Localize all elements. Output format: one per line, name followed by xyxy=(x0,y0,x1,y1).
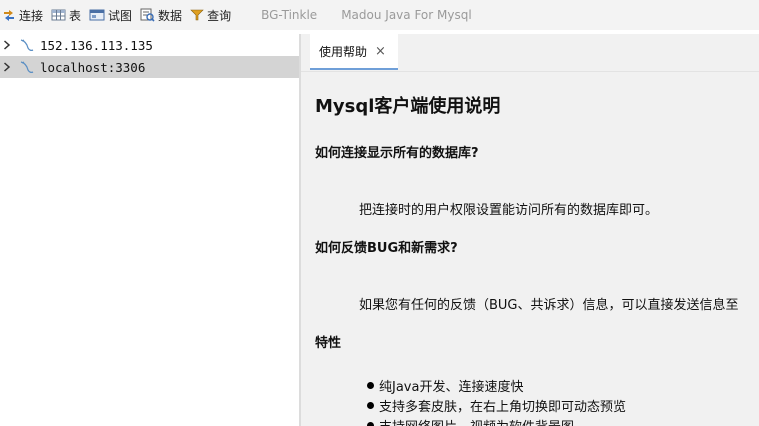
list-item: 支持网络图片、视频为软件背景图 xyxy=(367,416,574,426)
bullet-icon xyxy=(367,402,374,409)
section-heading: 如何连接显示所有的数据库? xyxy=(315,146,479,161)
mysql-dolphin-icon xyxy=(19,38,37,52)
view-label: 试图 xyxy=(108,8,133,23)
close-icon[interactable]: × xyxy=(375,45,386,58)
table-icon xyxy=(51,8,66,22)
view-icon xyxy=(89,8,105,22)
section-heading: 如何反馈BUG和新需求? xyxy=(315,241,458,256)
tab-label: 使用帮助 xyxy=(319,44,368,59)
page-title: Mysql客户端使用说明 xyxy=(315,96,501,117)
table-button[interactable]: 表 xyxy=(51,4,81,26)
feature-text: 支持多套皮肤，在右上角切换即可动态预览 xyxy=(379,400,627,415)
query-label: 查询 xyxy=(207,8,232,23)
view-button[interactable]: 试图 xyxy=(89,4,132,26)
tree-item-connection[interactable]: localhost:3306 xyxy=(0,56,299,78)
app-window: 连接 表 试图 数据 查询 BG-Tinkle Madou Java For M… xyxy=(0,0,759,426)
section-text: 把连接时的用户权限设置能访问所有的数据库即可。 xyxy=(359,203,659,218)
tree-item-label: localhost:3306 xyxy=(40,59,146,75)
bullet-icon xyxy=(367,422,374,426)
chevron-right-icon[interactable] xyxy=(3,40,17,50)
chevron-right-icon[interactable] xyxy=(3,62,17,72)
table-label: 表 xyxy=(69,8,82,23)
content-panel: 使用帮助 × Mysql客户端使用说明 如何连接显示所有的数据库? 把连接时的用… xyxy=(301,34,759,426)
connect-label: 连接 xyxy=(19,8,44,23)
list-item: 纯Java开发、连接速度快 xyxy=(367,376,523,395)
connect-button[interactable]: 连接 xyxy=(2,4,43,26)
tree-item-label: 152.136.113.135 xyxy=(40,37,153,53)
connection-tree: 152.136.113.135 localhost:3306 xyxy=(0,34,299,426)
data-button[interactable]: 数据 xyxy=(140,4,182,26)
connect-icon xyxy=(2,8,16,22)
section-text: 如果您有任何的反馈（BUG、共诉求）信息，可以直接发送信息至 xyxy=(359,298,739,313)
query-icon xyxy=(190,8,204,22)
toolbar: 连接 表 试图 数据 查询 BG-Tinkle Madou Java For M… xyxy=(0,0,759,30)
help-document: Mysql客户端使用说明 如何连接显示所有的数据库? 把连接时的用户权限设置能访… xyxy=(315,72,759,426)
bg-tinkle-link[interactable]: BG-Tinkle xyxy=(261,8,317,22)
list-item: 支持多套皮肤，在右上角切换即可动态预览 xyxy=(367,396,626,415)
tab-bar: 使用帮助 × xyxy=(301,34,759,72)
data-label: 数据 xyxy=(158,8,183,23)
tree-item-connection[interactable]: 152.136.113.135 xyxy=(0,34,299,56)
mysql-dolphin-icon xyxy=(19,60,37,74)
feature-text: 支持网络图片、视频为软件背景图 xyxy=(379,416,574,426)
data-icon xyxy=(140,8,155,22)
bullet-icon xyxy=(367,382,374,389)
query-button[interactable]: 查询 xyxy=(190,4,231,26)
feature-text: 纯Java开发、连接速度快 xyxy=(379,380,524,395)
madou-java-link[interactable]: Madou Java For Mysql xyxy=(341,8,471,22)
tab-help[interactable]: 使用帮助 × xyxy=(310,34,398,70)
section-heading: 特性 xyxy=(315,336,342,351)
